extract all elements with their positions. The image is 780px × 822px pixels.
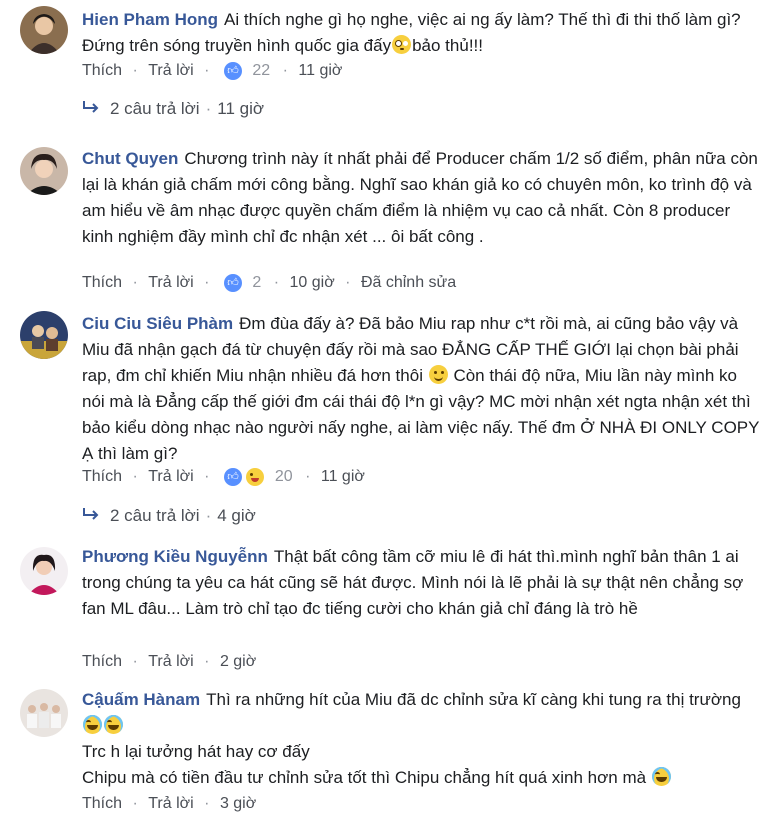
comment-actions: Thích · Trả lời · 3 giờ <box>82 795 256 813</box>
comment-actions: Thích · Trả lời · 👍︎ 20 · 11 giờ <box>82 468 365 486</box>
comment-author[interactable]: Ciu Ciu Siêu Phàm <box>82 314 233 333</box>
comment-author[interactable]: Hien Pham Hong <box>82 10 218 29</box>
replies-time: 11 giờ <box>217 99 264 118</box>
separator: · <box>204 468 210 485</box>
separator: · <box>132 795 138 812</box>
comment-actions: Thích · Trả lời · 👍︎ 22 · 11 giờ <box>82 62 342 80</box>
separator: · <box>132 468 138 485</box>
reply-link[interactable]: Trả lời <box>148 468 193 486</box>
avatar[interactable] <box>20 311 68 359</box>
separator: · <box>205 506 212 525</box>
timestamp[interactable]: 2 giờ <box>220 653 256 671</box>
haha-reaction-icon[interactable] <box>246 468 265 486</box>
avatar[interactable] <box>20 689 68 737</box>
comment-author[interactable]: Chut Quyen <box>82 149 178 168</box>
separator: · <box>132 653 138 670</box>
smile-emoji-icon <box>428 365 448 384</box>
comment-body: Cậuấm Hànam Thì ra những hít của Miu đã d… <box>82 687 762 791</box>
reply-arrow-icon <box>82 99 100 119</box>
comment-body: Phương Kiều Nguyễnn Thật bất công tầm cỡ … <box>82 544 762 622</box>
separator: · <box>204 62 210 79</box>
reply-link[interactable]: Trả lời <box>148 795 193 813</box>
separator: · <box>305 468 311 485</box>
comment-text: Thì ra những hít của Miu đã dc chỉnh sửa… <box>206 690 741 709</box>
comment-text-end: bảo thủ!!! <box>412 36 483 55</box>
separator: · <box>132 274 138 291</box>
flushed-emoji-icon <box>392 35 412 54</box>
separator: · <box>345 274 351 291</box>
separator: · <box>204 653 210 670</box>
like-link[interactable]: Thích <box>82 468 122 486</box>
separator: · <box>282 62 288 79</box>
like-reaction-icon[interactable]: 👍︎ <box>223 62 242 80</box>
reply-link[interactable]: Trả lời <box>148 653 193 671</box>
separator: · <box>205 99 212 118</box>
timestamp[interactable]: 11 giờ <box>298 62 342 80</box>
comment-author[interactable]: Phương Kiều Nguyễnn <box>82 547 268 566</box>
joy-emoji-icon <box>651 767 671 786</box>
replies-count-label[interactable]: 2 câu trả lời <box>110 99 200 118</box>
timestamp[interactable]: 3 giờ <box>220 795 256 813</box>
reaction-count[interactable]: 20 <box>275 468 293 486</box>
edited-label[interactable]: Đã chỉnh sửa <box>361 274 456 292</box>
separator: · <box>132 62 138 79</box>
joy-emoji-icon <box>104 715 123 734</box>
comment-author[interactable]: Cậuấm Hànam <box>82 690 200 709</box>
like-link[interactable]: Thích <box>82 62 122 80</box>
timestamp[interactable]: 10 giờ <box>290 274 335 292</box>
reaction-count[interactable]: 22 <box>252 62 270 80</box>
view-replies[interactable]: 2 câu trả lời · 11 giờ <box>82 99 264 119</box>
separator: · <box>204 795 210 812</box>
separator: · <box>273 274 280 291</box>
comment-actions: Thích · Trả lời · 2 giờ <box>82 653 256 671</box>
replies-count-label[interactable]: 2 câu trả lời <box>110 506 200 525</box>
like-reaction-icon[interactable]: 👍︎ <box>223 468 242 486</box>
comment-body: Chut Quyen Chương trình này ít nhất phải … <box>82 146 762 250</box>
comment-text-line2: Trc h lại tưởng hát hay cơ đấy <box>82 742 310 761</box>
view-replies[interactable]: 2 câu trả lời · 4 giờ <box>82 506 256 526</box>
comment-body: Hien Pham Hong Ai thích nghe gì họ nghe, … <box>82 7 762 59</box>
reply-link[interactable]: Trả lời <box>148 62 193 80</box>
comment-actions: Thích · Trả lời · 👍︎ 2 · 10 giờ · Đã chỉ… <box>82 274 456 292</box>
comment-text-line3: Chipu mà có tiền đầu tư chỉnh sửa tốt th… <box>82 768 647 787</box>
like-link[interactable]: Thích <box>82 653 122 671</box>
separator: · <box>204 274 210 291</box>
like-link[interactable]: Thích <box>82 795 122 813</box>
like-link[interactable]: Thích <box>82 274 122 292</box>
avatar[interactable] <box>20 6 68 54</box>
like-reaction-icon[interactable]: 👍︎ <box>223 274 242 292</box>
avatar[interactable] <box>20 147 68 195</box>
comment-text: Chương trình này ít nhất phải để Produce… <box>82 149 758 246</box>
joy-emoji-icon <box>83 715 102 734</box>
reaction-count[interactable]: 2 <box>252 274 261 292</box>
replies-time: 4 giờ <box>217 506 256 525</box>
avatar[interactable] <box>20 547 68 595</box>
reply-arrow-icon <box>82 506 100 526</box>
comment-body: Ciu Ciu Siêu Phàm Đm đùa đấy à? Đã bảo Mi… <box>82 311 762 467</box>
timestamp[interactable]: 11 giờ <box>321 468 365 486</box>
reply-link[interactable]: Trả lời <box>148 274 193 292</box>
